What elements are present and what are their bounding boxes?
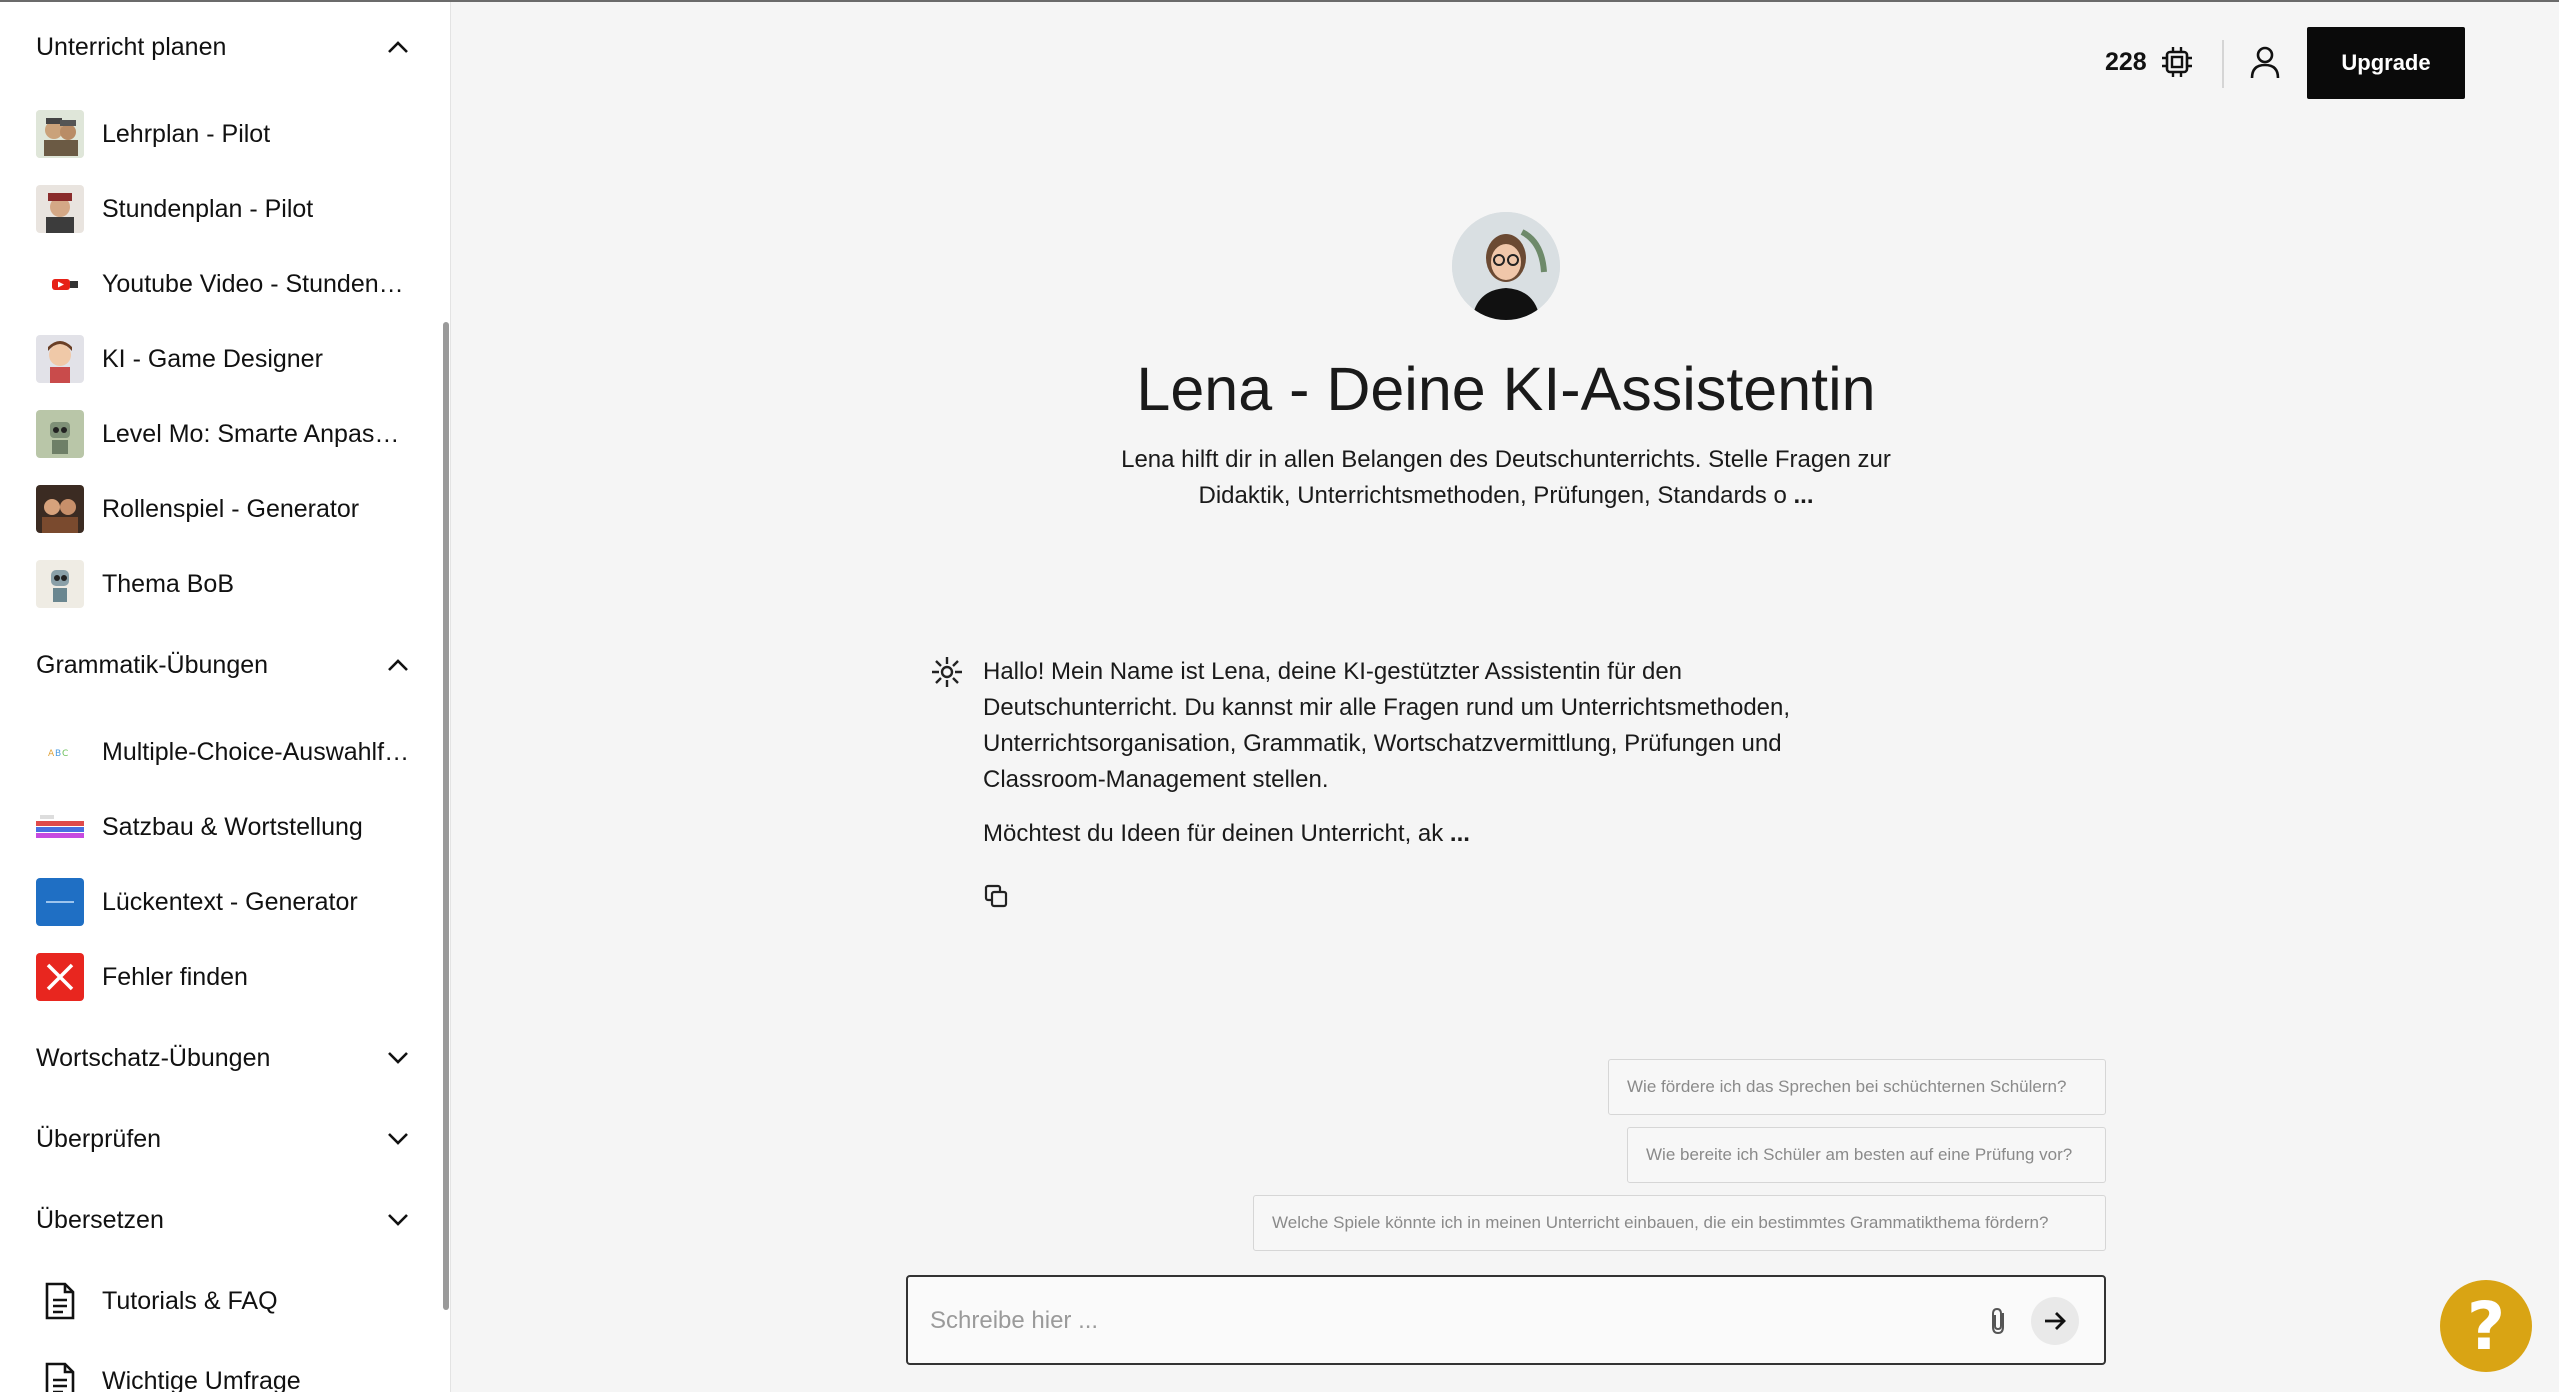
sidebar-item-label: Thema BoB bbox=[102, 569, 235, 598]
paperclip-icon[interactable] bbox=[1983, 1305, 2015, 1337]
sidebar-item-label: KI - Game Designer bbox=[102, 344, 323, 373]
youtube-icon bbox=[36, 260, 84, 308]
sidebar-item-youtube-video[interactable]: Youtube Video - Stundenplan bbox=[36, 259, 411, 309]
message-paragraph: Hallo! Mein Name ist Lena, deine KI-gest… bbox=[983, 658, 1791, 793]
assistant-message: Hallo! Mein Name ist Lena, deine KI-gest… bbox=[983, 654, 1823, 852]
upgrade-button[interactable]: Upgrade bbox=[2307, 27, 2465, 99]
game-designer-avatar-icon bbox=[36, 335, 84, 383]
sidebar-item-label: Wichtige Umfrage bbox=[102, 1366, 301, 1392]
credits-counter[interactable]: 228 bbox=[2105, 42, 2195, 82]
abc-icon: ABC bbox=[36, 728, 84, 776]
sidebar-item-fehler-finden[interactable]: Fehler finden bbox=[36, 952, 411, 1002]
sparkle-icon bbox=[930, 655, 964, 689]
sidebar-scrollbar[interactable] bbox=[443, 322, 449, 1310]
sidebar-item-label: Tutorials & FAQ bbox=[102, 1286, 278, 1315]
group-grammatik-uebungen[interactable]: Grammatik-Übungen bbox=[36, 645, 411, 685]
expand-description-link[interactable]: ... bbox=[1787, 482, 1813, 509]
sidebar-item-lueckentext[interactable]: Lückentext - Generator bbox=[36, 877, 411, 927]
group-label: Grammatik-Übungen bbox=[36, 650, 269, 679]
sidebar-item-label: Lückentext - Generator bbox=[102, 887, 358, 916]
message-text: Möchtest du Ideen für deinen Unterricht,… bbox=[983, 820, 1444, 847]
sidebar-item-label: Fehler finden bbox=[102, 962, 248, 991]
sidebar-item-thema-bob[interactable]: Thema BoB bbox=[36, 559, 411, 609]
svg-text:B: B bbox=[55, 749, 61, 759]
svg-text:A: A bbox=[48, 749, 55, 759]
suggestion-chip[interactable]: Welche Spiele könnte ich in meinen Unter… bbox=[1253, 1195, 2106, 1251]
arrow-right-icon bbox=[2045, 1312, 2066, 1330]
chevron-down-icon[interactable] bbox=[385, 1045, 411, 1071]
group-label: Wortschatz-Übungen bbox=[36, 1043, 271, 1072]
sidebar-item-label: Youtube Video - Stundenplan bbox=[102, 269, 411, 298]
sidebar-item-rollenspiel[interactable]: Rollenspiel - Generator bbox=[36, 484, 411, 534]
sidebar-item-lehrplan-pilot[interactable]: Lehrplan - Pilot bbox=[36, 109, 411, 159]
topbar-divider bbox=[2222, 40, 2224, 88]
chevron-down-icon[interactable] bbox=[385, 1207, 411, 1233]
description-line: Lena hilft dir in allen Belangen des Deu… bbox=[1121, 446, 1891, 473]
sidebar: Unterricht planen Lehrplan - Pilot Stund… bbox=[0, 2, 451, 1392]
sidebar-item-label: Rollenspiel - Generator bbox=[102, 494, 360, 523]
gap-text-icon bbox=[36, 878, 84, 926]
chat-input[interactable] bbox=[930, 1299, 1930, 1343]
sidebar-item-label: Stundenplan - Pilot bbox=[102, 194, 314, 223]
suggestion-chip[interactable]: Wie bereite ich Schüler am besten auf ei… bbox=[1627, 1127, 2106, 1183]
group-ueberpruefen[interactable]: Überprüfen bbox=[36, 1119, 411, 1159]
group-label: Unterricht planen bbox=[36, 32, 227, 61]
sidebar-item-multiple-choice[interactable]: ABC Multiple-Choice-Auswahlfragen bbox=[36, 727, 411, 777]
svg-text:C: C bbox=[62, 749, 68, 759]
description-text: Didaktik, Unterrichtsmethoden, Prüfungen… bbox=[1198, 482, 1787, 509]
document-icon bbox=[36, 1357, 84, 1392]
pilot-avatar-icon bbox=[36, 110, 84, 158]
group-uebersetzen[interactable]: Übersetzen bbox=[36, 1200, 411, 1240]
chevron-up-icon[interactable] bbox=[385, 34, 411, 60]
group-wortschatz-uebungen[interactable]: Wortschatz-Übungen bbox=[36, 1038, 411, 1078]
chevron-down-icon[interactable] bbox=[385, 1126, 411, 1152]
assistant-avatar bbox=[1452, 212, 1560, 320]
assistant-description: Lena hilft dir in allen Belangen des Deu… bbox=[1100, 442, 1912, 514]
word-blocks-icon bbox=[36, 803, 84, 851]
sidebar-item-label: Level Mo: Smarte Anpassung bbox=[102, 419, 411, 448]
sidebar-item-label: Lehrplan - Pilot bbox=[102, 119, 271, 148]
sidebar-item-satzbau[interactable]: Satzbau & Wortstellung bbox=[36, 802, 411, 852]
document-icon bbox=[36, 1277, 84, 1325]
sidebar-item-wichtige-umfrage[interactable]: Wichtige Umfrage bbox=[36, 1356, 411, 1392]
sidebar-item-tutorials-faq[interactable]: Tutorials & FAQ bbox=[36, 1276, 411, 1326]
message-paragraph: Möchtest du Ideen für deinen Unterricht,… bbox=[983, 816, 1823, 852]
red-x-icon bbox=[36, 953, 84, 1001]
sidebar-item-ki-game-designer[interactable]: KI - Game Designer bbox=[36, 334, 411, 384]
user-icon[interactable] bbox=[2245, 42, 2285, 82]
sidebar-item-stundenplan-pilot[interactable]: Stundenplan - Pilot bbox=[36, 184, 411, 234]
send-button[interactable] bbox=[2031, 1297, 2079, 1345]
roleplay-avatar-icon bbox=[36, 485, 84, 533]
expand-message-link[interactable]: ... bbox=[1443, 820, 1470, 847]
chevron-up-icon[interactable] bbox=[385, 652, 411, 678]
sidebar-item-level-mo[interactable]: Level Mo: Smarte Anpassung bbox=[36, 409, 411, 459]
suggestion-chip[interactable]: Wie fördere ich das Sprechen bei schücht… bbox=[1608, 1059, 2106, 1115]
group-label: Übersetzen bbox=[36, 1205, 164, 1234]
chat-input-box bbox=[906, 1275, 2106, 1365]
credits-value: 228 bbox=[2105, 47, 2147, 76]
pilot-avatar-icon bbox=[36, 185, 84, 233]
robot-avatar-icon bbox=[36, 560, 84, 608]
sidebar-item-label: Multiple-Choice-Auswahlfragen bbox=[102, 737, 411, 766]
sidebar-item-label: Satzbau & Wortstellung bbox=[102, 812, 363, 841]
robot-avatar-icon bbox=[36, 410, 84, 458]
description-line: Didaktik, Unterrichtsmethoden, Prüfungen… bbox=[1100, 478, 1912, 514]
page-title: Lena - Deine KI-Assistentin bbox=[1136, 355, 1876, 423]
chip-icon bbox=[2159, 44, 2195, 80]
copy-icon[interactable] bbox=[982, 882, 1010, 910]
group-label: Überprüfen bbox=[36, 1124, 162, 1153]
group-unterricht-planen[interactable]: Unterricht planen bbox=[36, 27, 411, 67]
help-button[interactable]: ? bbox=[2440, 1280, 2532, 1372]
